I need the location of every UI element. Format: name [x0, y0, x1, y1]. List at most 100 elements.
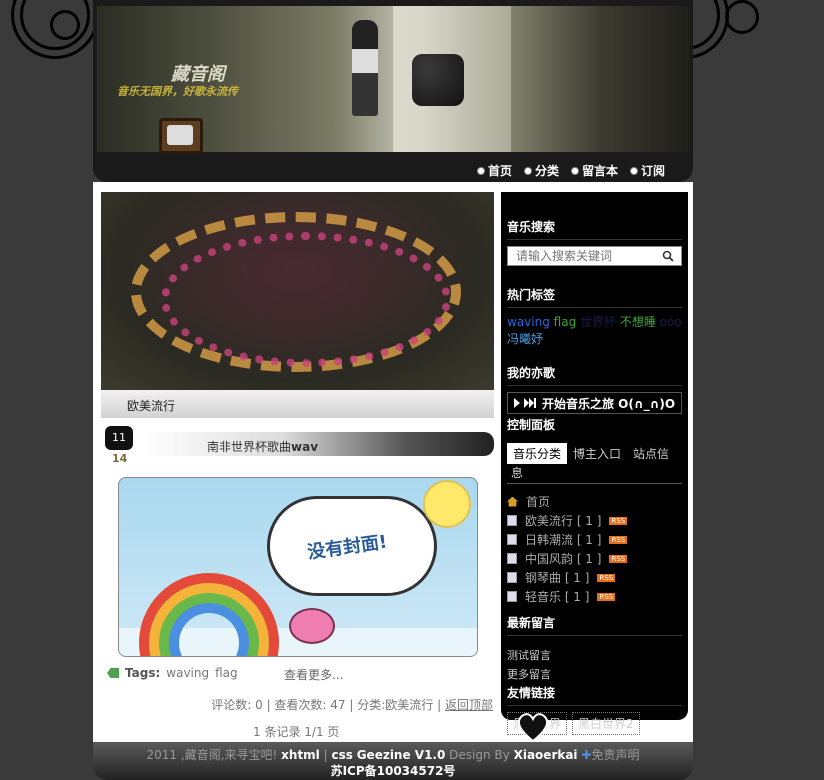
player-label: 开始音乐之旅 O(∩_∩)O [542, 396, 676, 411]
comment-item[interactable]: 更多留言 [507, 665, 682, 684]
category-label: 钢琴曲 [ 1 ] [525, 571, 590, 585]
post-day: 14 [112, 452, 128, 465]
search-input[interactable] [508, 247, 660, 265]
category-label: 欧美流行 [ 1 ] [525, 514, 602, 528]
rss-icon[interactable]: RSS [609, 535, 628, 544]
banner-figure-standing [352, 20, 378, 116]
meta-separator: | [437, 698, 445, 712]
tag-icon [107, 668, 119, 678]
post-title[interactable]: 南非世界杯歌曲wav [207, 438, 318, 455]
feature-ring-inner [161, 232, 451, 367]
hot-tag[interactable]: waving [507, 315, 550, 329]
page-icon [507, 572, 517, 583]
footer: 2011 ,藏音阁,来寻宝吧! xhtml | css Geezine V1.0… [93, 742, 693, 780]
category-item[interactable]: 首页 [507, 492, 682, 511]
heart-icon [517, 713, 549, 743]
page-icon [507, 515, 517, 526]
hot-tag[interactable]: 不想睡 [620, 315, 656, 329]
back-to-top-link[interactable]: 返回顶部 [445, 698, 493, 712]
category-list: 首页 欧美流行 [ 1 ] RSS 日韩潮流 [ 1 ] RSS 中国风韵 [ 1 … [507, 492, 682, 606]
page-shell: 藏音阁 音乐无国界，好歌永流传 首页 分类 留言本 订阅 欧美流行 11 14 … [93, 0, 693, 780]
nav-subscribe-label: 订阅 [640, 164, 665, 178]
category-item[interactable]: 日韩潮流 [ 1 ] RSS [507, 530, 682, 549]
tab-site-info-overflow[interactable]: 息 [507, 464, 682, 484]
theme-link[interactable]: Geezine V1.0 [357, 748, 446, 762]
category-label: 中国风韵 [ 1 ] [525, 552, 602, 566]
friend-links-title: 友情链接 [507, 684, 682, 706]
nav-guestbook-label: 留言本 [581, 164, 618, 178]
tab-music-categories[interactable]: 音乐分类 [507, 443, 568, 464]
tab-site-info[interactable]: 站点信 [627, 443, 675, 464]
sun-image [423, 480, 471, 528]
page-icon [507, 591, 517, 602]
post-meta: 评论数: 0 | 查看次数: 47 | 分类:欧美流行 | 返回顶部 [211, 696, 493, 713]
category-item[interactable]: 欧美流行 [ 1 ] RSS [507, 511, 682, 530]
post-category-link[interactable]: 分类:欧美流行 [357, 698, 433, 712]
css-link[interactable]: css [331, 748, 352, 762]
nav-home-label: 首页 [487, 164, 512, 178]
hot-tag[interactable]: ooo [660, 315, 682, 329]
nav-categories[interactable]: 分类 [523, 162, 559, 179]
bullet-icon [629, 166, 638, 175]
site-slogan: 音乐无国界，好歌永流传 [117, 85, 238, 98]
search-box [507, 246, 682, 266]
bullet-icon [476, 166, 485, 175]
comment-item[interactable]: 测试留言 [507, 646, 682, 665]
hot-tag[interactable]: flag [554, 315, 577, 329]
post-title-bar: 南非世界杯歌曲wav [141, 432, 494, 456]
decor-circle-left-small [50, 10, 80, 40]
hot-tag[interactable]: 世界杯 [580, 315, 616, 329]
hot-tags-title: 热门标签 [507, 286, 682, 308]
rss-icon[interactable]: RSS [609, 516, 628, 525]
category-item[interactable]: 轻音乐 [ 1 ] RSS [507, 587, 682, 606]
control-panel-tabs: 音乐分类 博主入口 站点信 [507, 443, 682, 464]
bullet-icon [523, 166, 532, 175]
feature-image[interactable] [101, 192, 494, 390]
music-player-button[interactable]: 开始音乐之旅 O(∩_∩)O [507, 392, 682, 414]
latest-comments: 测试留言 更多留言 [507, 646, 682, 684]
tab-blogger-login[interactable]: 博主入口 [567, 443, 627, 464]
feature-caption[interactable]: 欧美流行 [101, 390, 494, 418]
main-content: 欧美流行 11 14 南非世界杯歌曲wav 没有封面! Tags: waving… [93, 182, 693, 742]
banner-tv-icon [159, 118, 203, 154]
footer-line-1: 2011 ,藏音阁,来寻宝吧! xhtml | css Geezine V1.0… [146, 748, 640, 762]
nav-categories-label: 分类 [534, 164, 559, 178]
play-icon [514, 398, 536, 408]
tag-cloud: waving flag 世界杯 不想睡 ooo 冯曦妤 [507, 314, 682, 348]
tag-link[interactable]: flag [215, 666, 238, 680]
category-item[interactable]: 中国风韵 [ 1 ] RSS [507, 549, 682, 568]
read-more-link[interactable]: 查看更多... [284, 666, 343, 683]
author-link[interactable]: Xiaoerkai [514, 748, 578, 762]
rainbow-image [139, 573, 279, 656]
comment-count[interactable]: 评论数: 0 [211, 698, 263, 712]
design-by-label: Design By [449, 748, 510, 762]
header: 藏音阁 音乐无国界，好歌永流传 首页 分类 留言本 订阅 [93, 0, 693, 182]
xhtml-link[interactable]: xhtml [281, 748, 320, 762]
category-label: 首页 [526, 495, 551, 509]
control-panel-title: 控制面板 [507, 418, 556, 432]
category-label: 轻音乐 [ 1 ] [525, 590, 590, 604]
rss-icon[interactable]: RSS [609, 554, 628, 563]
hot-tag[interactable]: 冯曦妤 [507, 332, 543, 346]
nav-subscribe[interactable]: 订阅 [629, 162, 665, 179]
tags-label: Tags: [125, 666, 161, 680]
nav-home[interactable]: 首页 [476, 162, 512, 179]
icp-number[interactable]: 苏ICP备10034572号 [93, 763, 693, 779]
rss-icon[interactable]: RSS [597, 592, 616, 601]
search-icon[interactable] [660, 248, 676, 264]
nav-guestbook[interactable]: 留言本 [570, 162, 618, 179]
disclaimer-link[interactable]: 免责声明 [591, 748, 639, 762]
main-nav: 首页 分类 留言本 订阅 [476, 162, 665, 179]
view-count: 查看次数: 47 [274, 698, 346, 712]
pagination: 1 条记录 1/1 页 [253, 725, 340, 739]
tag-link[interactable]: waving [166, 666, 209, 680]
friend-link[interactable]: 黑白世界2 [572, 712, 640, 735]
calendar-icon: 11 [105, 426, 133, 450]
my-songs-title: 我的亦歌 [507, 364, 682, 386]
banner-figure-sitting [412, 54, 464, 106]
rss-icon[interactable]: RSS [597, 573, 616, 582]
post-title-prefix: 南非世界杯歌曲 [207, 440, 292, 454]
latest-comments-title: 最新留言 [507, 614, 682, 636]
category-item[interactable]: 钢琴曲 [ 1 ] RSS [507, 568, 682, 587]
post-tags: Tags: waving flag [107, 666, 238, 680]
